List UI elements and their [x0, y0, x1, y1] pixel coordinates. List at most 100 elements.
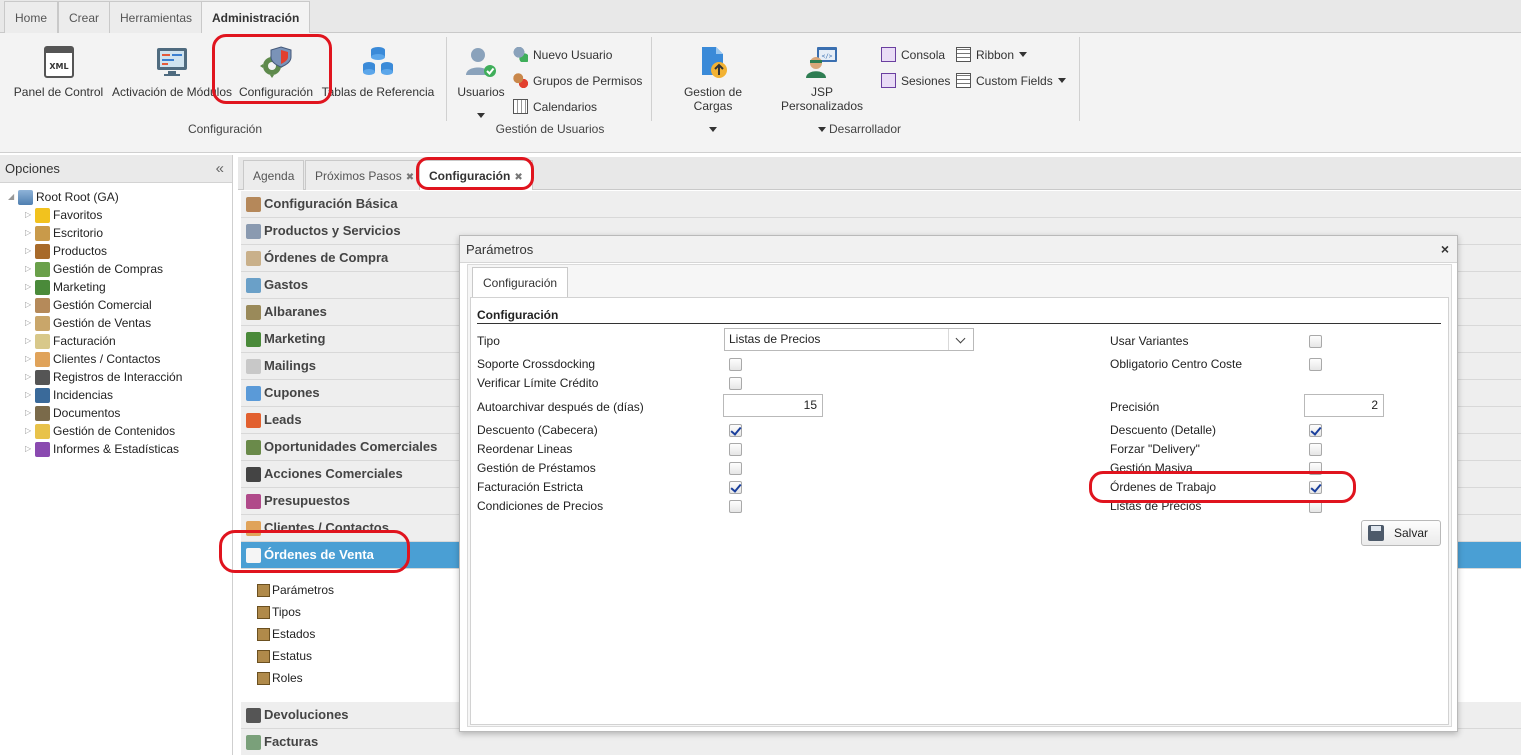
- autoarchivar-input[interactable]: 15: [723, 394, 823, 417]
- expand-arrow-icon[interactable]: ▷: [25, 404, 35, 422]
- dialog-header: Parámetros ×: [460, 236, 1457, 263]
- expand-arrow-icon[interactable]: ▷: [25, 260, 35, 278]
- descuento-detalle-checkbox[interactable]: [1309, 424, 1322, 437]
- tab-administracion[interactable]: Administración: [201, 1, 311, 34]
- tree-item-gestion-ventas[interactable]: ▷ Gestión de Ventas: [25, 314, 151, 332]
- settings-box-icon: [257, 605, 270, 619]
- mail-icon: [246, 358, 261, 374]
- tipo-select[interactable]: Listas de Precios: [724, 328, 974, 351]
- gestion-masiva-checkbox[interactable]: [1309, 462, 1322, 475]
- tree-item-label: Gestión de Contenidos: [53, 424, 176, 438]
- tree-item-favoritos[interactable]: ▷ Favoritos: [25, 206, 102, 224]
- sub-item-label: Roles: [272, 671, 303, 685]
- dialog-form-panel: Configuración Tipo Listas de Precios Sop…: [470, 297, 1449, 725]
- tree-item-gestion-comercial[interactable]: ▷ Gestión Comercial: [25, 296, 152, 314]
- sub-item-roles[interactable]: Roles: [257, 669, 303, 687]
- usuarios-button[interactable]: Usuarios: [455, 45, 507, 121]
- activacion-modulos-button[interactable]: Activación de Módulos: [110, 45, 234, 99]
- chevron-down-icon[interactable]: [948, 329, 973, 350]
- close-icon[interactable]: ×: [1441, 236, 1449, 263]
- tree-item-escritorio[interactable]: ▷ Escritorio: [25, 224, 103, 242]
- tree-item-marketing[interactable]: ▷ Marketing: [25, 278, 106, 296]
- tab-herramientas[interactable]: Herramientas: [109, 1, 204, 33]
- ribbon-menu-button[interactable]: Ribbon: [956, 47, 1028, 62]
- centro-coste-checkbox[interactable]: [1309, 358, 1322, 371]
- listas-precios-checkbox[interactable]: [1309, 500, 1322, 513]
- consola-button[interactable]: Consola: [881, 47, 945, 62]
- expand-arrow-icon[interactable]: ▷: [25, 224, 35, 242]
- acc-facturas[interactable]: Facturas: [241, 729, 1521, 755]
- variantes-checkbox[interactable]: [1309, 335, 1322, 348]
- tree-item-registros-interaccion[interactable]: ▷ Registros de Interacción: [25, 368, 182, 386]
- settings-box-icon: [257, 649, 270, 663]
- activacion-modulos-label: Activación de Módulos: [111, 85, 233, 99]
- expand-arrow-icon[interactable]: ▷: [25, 350, 35, 368]
- tree-item-informes[interactable]: ▷ Informes & Estadísticas: [25, 440, 179, 458]
- crossdocking-checkbox[interactable]: [729, 358, 742, 371]
- facturacion-estricta-checkbox[interactable]: [729, 481, 742, 494]
- user-group-icon: [513, 73, 528, 88]
- tree-item-incidencias[interactable]: ▷ Incidencias: [25, 386, 113, 404]
- sales-order-icon: [246, 547, 261, 563]
- tab-agenda[interactable]: Agenda: [243, 160, 305, 190]
- configuracion-button[interactable]: Configuración: [238, 45, 314, 99]
- expand-arrow-icon[interactable]: ▷: [25, 278, 35, 296]
- gestion-cargas-label: Gestion de Cargas: [683, 85, 743, 113]
- sub-item-estados[interactable]: Estados: [257, 625, 315, 643]
- usuarios-label: Usuarios: [457, 85, 505, 99]
- expand-arrow-icon[interactable]: ▷: [25, 242, 35, 260]
- tree-root[interactable]: ◢ Root Root (GA): [8, 188, 119, 206]
- condiciones-checkbox[interactable]: [729, 500, 742, 513]
- ordenes-trabajo-label: Órdenes de Trabajo: [1110, 480, 1217, 494]
- expand-arrow-icon[interactable]: ▷: [25, 314, 35, 332]
- reordenar-checkbox[interactable]: [729, 443, 742, 456]
- sub-item-tipos[interactable]: Tipos: [257, 603, 301, 621]
- contacts-icon: [246, 520, 261, 536]
- dialog-tab-configuracion[interactable]: Configuración: [472, 267, 569, 297]
- custom-fields-button[interactable]: Custom Fields: [956, 73, 1066, 88]
- tree-item-facturacion[interactable]: ▷ Facturación: [25, 332, 116, 350]
- tab-crear[interactable]: Crear: [58, 1, 111, 33]
- tree-item-gestion-compras[interactable]: ▷ Gestión de Compras: [25, 260, 163, 278]
- descuento-cabecera-checkbox[interactable]: [729, 424, 742, 437]
- tab-home[interactable]: Home: [4, 1, 59, 33]
- expand-arrow-icon[interactable]: ▷: [25, 332, 35, 350]
- close-icon[interactable]: ✖: [514, 172, 522, 183]
- tablas-referencia-button[interactable]: Tablas de Referencia: [320, 45, 436, 99]
- tree-item-gestion-contenidos[interactable]: ▷ Gestión de Contenidos: [25, 422, 175, 440]
- limite-credito-checkbox[interactable]: [729, 377, 742, 390]
- tab-proximos-pasos[interactable]: Próximos Pasos ✖: [305, 160, 425, 190]
- expand-arrow-icon[interactable]: ▷: [25, 422, 35, 440]
- money-bag-icon: [35, 315, 50, 331]
- ordenes-trabajo-checkbox[interactable]: [1309, 481, 1322, 494]
- acc-configuracion-basica[interactable]: Configuración Básica: [241, 191, 1521, 218]
- sesiones-button[interactable]: Sesiones: [881, 73, 950, 88]
- tree-item-clientes-contactos[interactable]: ▷ Clientes / Contactos: [25, 350, 160, 368]
- boxes-icon: [35, 243, 50, 259]
- sub-item-estatus[interactable]: Estatus: [257, 647, 312, 665]
- expand-arrow-icon[interactable]: ▷: [25, 440, 35, 458]
- panel-de-control-button[interactable]: XML Panel de Control: [12, 45, 105, 99]
- grupos-permisos-button[interactable]: Grupos de Permisos: [513, 73, 642, 88]
- expand-arrow-icon[interactable]: ▷: [25, 206, 35, 224]
- tree-item-documentos[interactable]: ▷ Documentos: [25, 404, 120, 422]
- prestamos-checkbox[interactable]: [729, 462, 742, 475]
- gear-shield-icon: [260, 46, 292, 78]
- collapse-left-icon[interactable]: «: [216, 155, 224, 183]
- tab-configuracion[interactable]: Configuración ✖: [419, 160, 533, 190]
- expand-arrow-icon[interactable]: ◢: [8, 188, 18, 206]
- tree-item-productos[interactable]: ▷ Productos: [25, 242, 107, 260]
- calendarios-button[interactable]: Calendarios: [513, 99, 597, 114]
- gestion-cargas-button[interactable]: Gestion de Cargas: [663, 45, 763, 135]
- expand-arrow-icon[interactable]: ▷: [25, 368, 35, 386]
- delivery-checkbox[interactable]: [1309, 443, 1322, 456]
- sub-item-parametros[interactable]: Parámetros: [257, 581, 334, 599]
- nuevo-usuario-button[interactable]: Nuevo Usuario: [513, 47, 612, 62]
- tree-item-label: Gestión de Ventas: [53, 316, 152, 330]
- expand-arrow-icon[interactable]: ▷: [25, 386, 35, 404]
- close-icon[interactable]: ✖: [406, 172, 414, 183]
- salvar-button[interactable]: Salvar: [1361, 520, 1441, 546]
- precision-input[interactable]: 2: [1304, 394, 1384, 417]
- expand-arrow-icon[interactable]: ▷: [25, 296, 35, 314]
- monitor-modules-icon: [157, 48, 187, 76]
